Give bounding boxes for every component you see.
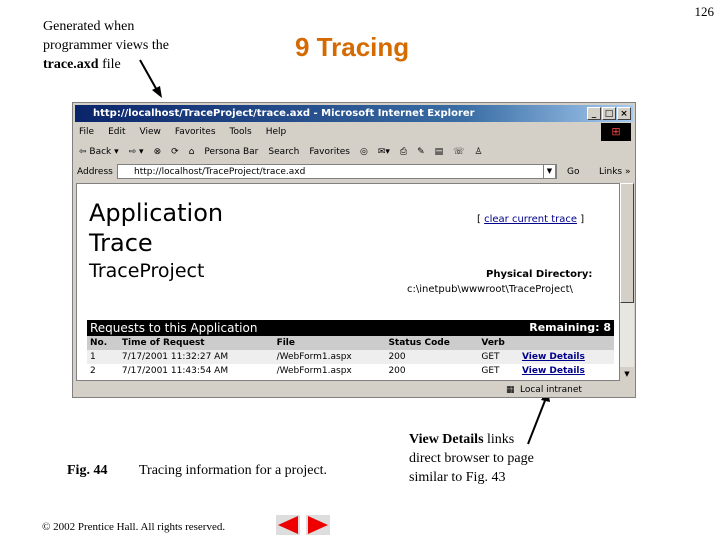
search-button[interactable]: Search — [268, 143, 299, 161]
discuss-icon[interactable]: ▤ — [435, 143, 444, 161]
status-zone: Local intranet — [520, 385, 582, 395]
maximize-button[interactable]: □ — [602, 107, 616, 120]
project-name: TraceProject — [89, 260, 205, 282]
menu-bar: File Edit View Favorites Tools Help — [79, 123, 286, 141]
figure-caption: Tracing information for a project. — [139, 463, 328, 478]
back-button[interactable]: ⇦ Back ▾ — [79, 143, 119, 161]
vertical-scrollbar[interactable]: ▼ — [620, 183, 634, 381]
edit-icon[interactable]: ✎ — [417, 143, 425, 161]
address-bar: Address http://localhost/TraceProject/tr… — [77, 163, 631, 181]
print-icon[interactable]: ⎙ — [400, 143, 407, 161]
toolbar: ⇦ Back ▾ ⇨ ▾ ⊗ ⟳ ⌂ Persona Bar Search Fa… — [79, 143, 483, 161]
physical-directory-label: Physical Directory: — [486, 269, 593, 280]
next-slide-button[interactable] — [306, 515, 330, 535]
mail-icon[interactable]: ✉▾ — [378, 143, 390, 161]
slide-nav — [276, 515, 330, 535]
table-row: 2 7/17/2001 11:43:54 AM/WebForm1.aspx 200 G… — [90, 366, 585, 376]
address-dropdown[interactable]: ▼ — [543, 164, 556, 179]
windows-logo-icon: ⊞ — [601, 123, 631, 141]
menu-edit[interactable]: Edit — [108, 123, 125, 141]
menu-view[interactable]: View — [140, 123, 161, 141]
view-details-link[interactable]: View Details — [522, 366, 585, 376]
address-input[interactable]: http://localhost/TraceProject/trace.axd — [117, 164, 557, 179]
menu-tools[interactable]: Tools — [230, 123, 252, 141]
physical-directory-path: c:\inetpub\wwwroot\TraceProject\ — [407, 284, 573, 295]
persona-bar-button[interactable]: Persona Bar — [204, 143, 258, 161]
history-icon[interactable]: ◎ — [360, 143, 368, 161]
requests-header-bar: Requests to this Application Remaining: 8 — [87, 320, 614, 336]
table-header: No. Time of Request File Status Code Verb — [87, 336, 614, 350]
clear-trace-link[interactable]: clear current trace — [484, 214, 577, 225]
refresh-icon[interactable]: ⟳ — [171, 143, 179, 161]
close-button[interactable]: × — [617, 107, 631, 120]
view-details-link[interactable]: View Details — [522, 352, 585, 362]
title-bar: http://localhost/TraceProject/trace.axd … — [75, 105, 633, 122]
go-button[interactable]: Go — [567, 163, 579, 181]
status-bar: ▦ Local intranet — [76, 383, 632, 397]
menu-file[interactable]: File — [79, 123, 94, 141]
links-button[interactable]: Links » — [599, 163, 631, 181]
menu-help[interactable]: Help — [266, 123, 287, 141]
browser-window: http://localhost/TraceProject/trace.axd … — [72, 102, 636, 398]
favorites-button[interactable]: Favorites — [309, 143, 350, 161]
stop-icon[interactable]: ⊗ — [154, 143, 162, 161]
home-icon[interactable]: ⌂ — [189, 143, 195, 161]
page-content: Application Trace TraceProject [ clear c… — [76, 183, 620, 381]
zone-icon: ▦ — [506, 385, 515, 395]
messenger-icon[interactable]: ☏ — [453, 143, 464, 161]
table-row: 1 7/17/2001 11:32:27 AM/WebForm1.aspx 200 G… — [87, 350, 614, 364]
scroll-thumb[interactable] — [620, 183, 634, 303]
forward-button[interactable]: ⇨ ▾ — [129, 143, 144, 161]
minimize-button[interactable]: _ — [587, 107, 601, 120]
requests-table: No. Time of Request File Status Code Verb 17… — [87, 336, 614, 378]
figure-label: Fig. 44 — [67, 463, 108, 478]
scroll-down-button[interactable]: ▼ — [620, 367, 634, 381]
copyright: © 2002 Prentice Hall. All rights reserve… — [42, 521, 226, 533]
previous-slide-button[interactable] — [276, 515, 300, 535]
menu-favorites[interactable]: Favorites — [175, 123, 216, 141]
application-trace-heading: Application Trace — [89, 199, 224, 257]
user-icon[interactable]: ♙ — [474, 143, 482, 161]
address-label: Address — [77, 167, 113, 177]
right-note: View Details links direct browser to pag… — [409, 432, 534, 485]
